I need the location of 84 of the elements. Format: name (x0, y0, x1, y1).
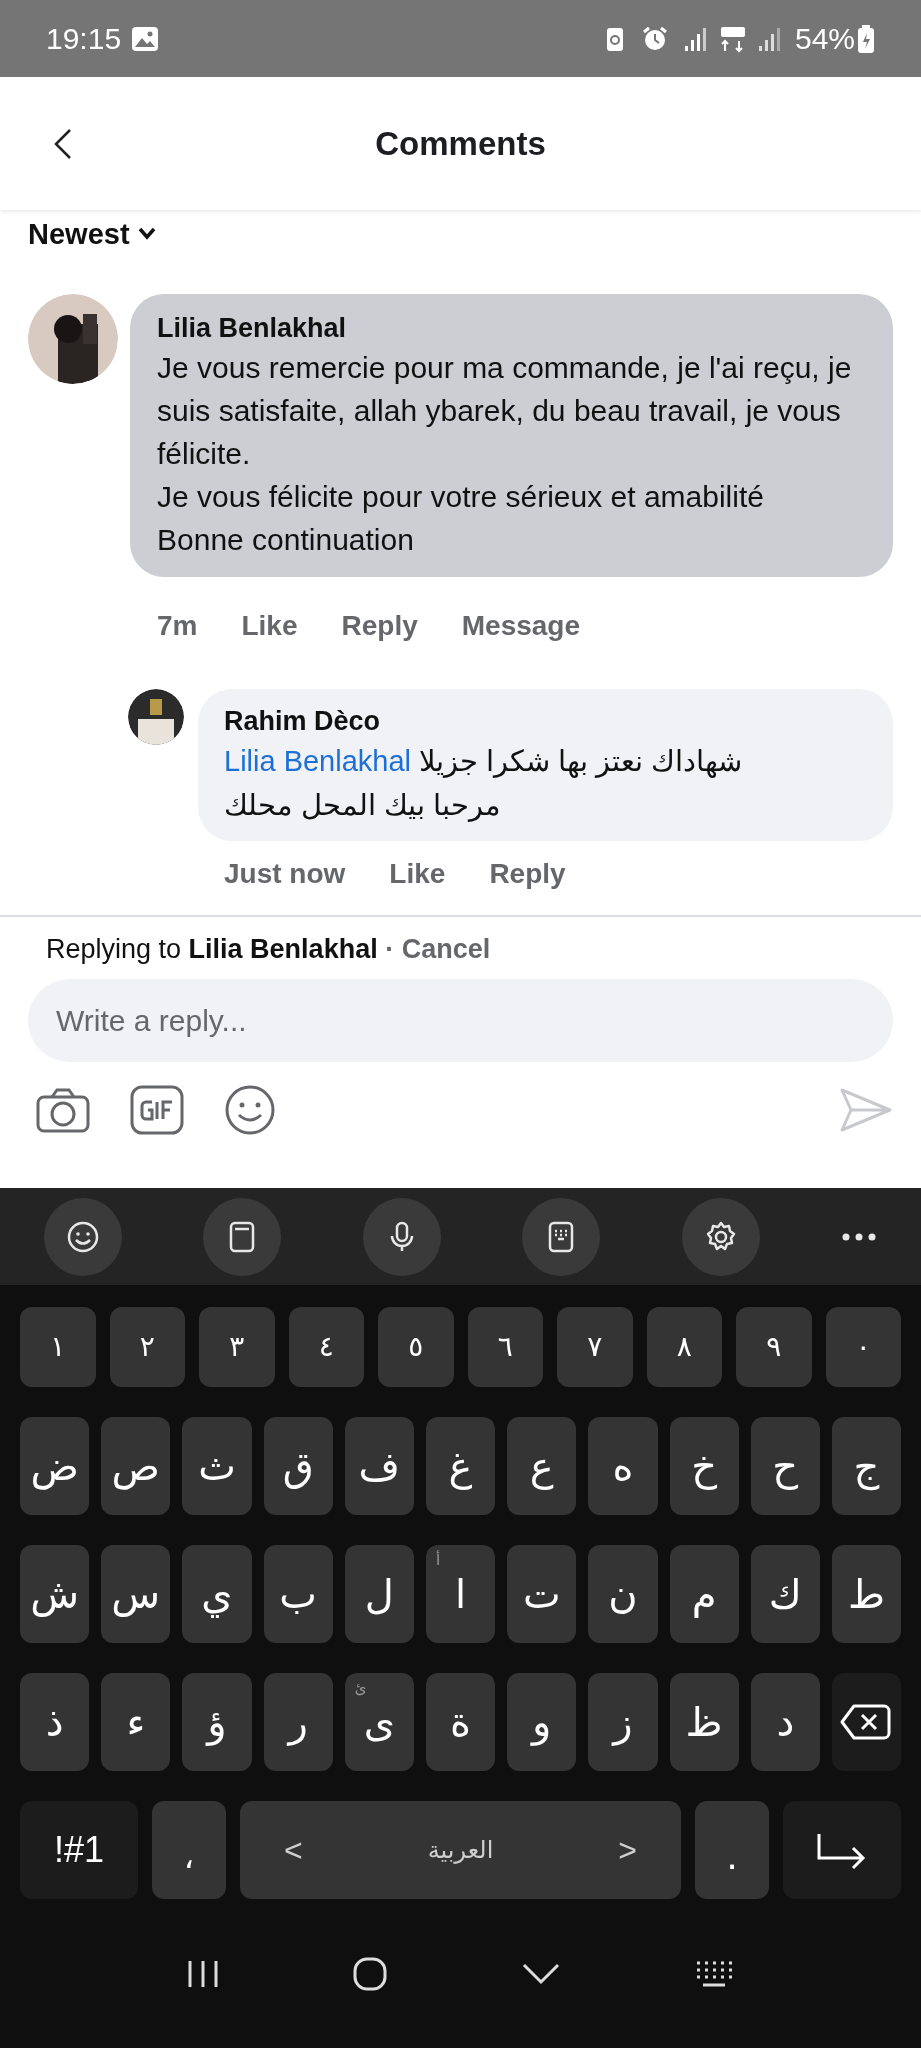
key[interactable]: ، (152, 1801, 226, 1899)
key[interactable]: ت (507, 1545, 577, 1643)
key[interactable]: ن (588, 1545, 658, 1643)
key[interactable]: ص (101, 1417, 171, 1515)
chevron-down-icon (137, 227, 156, 241)
mention-link[interactable]: Lilia Benlakhal (224, 745, 411, 777)
comment-author: Lilia Benlakhal (157, 312, 348, 345)
network-4g-icon (718, 24, 747, 53)
emoji-icon[interactable] (224, 1084, 276, 1136)
gallery-icon (131, 25, 160, 52)
action-link[interactable]: Message (461, 605, 581, 647)
signal-icon (682, 25, 709, 52)
symbols-key[interactable]: !#1 (20, 1801, 138, 1899)
cancel-link[interactable]: · Cancel (385, 934, 491, 964)
enter-key[interactable] (783, 1801, 901, 1899)
key[interactable]: و (507, 1673, 577, 1771)
space-bar[interactable]: < العربية > (240, 1801, 681, 1899)
reply-author: Rahim Dèco (224, 705, 382, 738)
action-link[interactable]: Reply (341, 605, 418, 647)
key[interactable]: . (695, 1801, 769, 1899)
key[interactable]: ش (20, 1545, 90, 1643)
key[interactable]: ٦ (467, 1307, 543, 1387)
key[interactable]: ٢ (109, 1307, 185, 1387)
comment-text: Je vous remercie pour ma commande, je l'ai reçu, je suis satisfaite, allah ybarek, du beau travail, je vous félicite. Je vous félicite pour votre sérieux et amabilité Bonne continuation (157, 350, 853, 558)
key[interactable]: ؤ (182, 1673, 252, 1771)
chevron-down-icon[interactable] (520, 1961, 561, 1986)
home-icon[interactable] (352, 1955, 389, 1992)
status-time: 19:15 (46, 21, 122, 57)
comment-time: 7m (157, 609, 198, 643)
key[interactable]: ٤ (288, 1307, 364, 1387)
replying-to-text: Replying to Lilia Benlakhal · Cancel (45, 933, 492, 966)
action-link[interactable]: Like (389, 853, 446, 895)
alarm-icon (640, 24, 669, 53)
arrow-key[interactable]: < (284, 1826, 303, 1874)
gif-icon[interactable] (130, 1085, 184, 1135)
key[interactable]: ذ (20, 1673, 90, 1771)
key[interactable]: م (669, 1545, 739, 1643)
key[interactable]: ٧ (557, 1307, 633, 1387)
key[interactable]: ر (263, 1673, 333, 1771)
comment-time: Just now (224, 857, 346, 891)
battery-percent: 54% (794, 21, 855, 57)
key[interactable]: ٥ (378, 1307, 454, 1387)
key-hint: ئ (354, 1678, 367, 1699)
key-hint: أ (435, 1549, 441, 1571)
camera-icon[interactable] (36, 1087, 90, 1133)
key[interactable]: د (750, 1673, 820, 1771)
key[interactable]: ع (507, 1417, 577, 1515)
arrow-key[interactable]: > (618, 1826, 637, 1874)
key[interactable]: ط (831, 1545, 902, 1643)
more-icon[interactable] (840, 1231, 877, 1242)
key[interactable]: ٣ (199, 1307, 275, 1387)
key[interactable]: ف (344, 1417, 414, 1515)
key[interactable]: غ (425, 1417, 496, 1515)
key[interactable]: ث (182, 1417, 252, 1515)
key[interactable]: ك (750, 1545, 820, 1643)
key[interactable]: ض (20, 1417, 90, 1515)
action-link[interactable]: Like (241, 605, 298, 647)
key[interactable]: ٨ (646, 1307, 722, 1387)
key[interactable]: ز (588, 1673, 658, 1771)
key[interactable]: ح (750, 1417, 820, 1515)
backspace-icon (840, 1703, 893, 1741)
key[interactable]: ٠ (825, 1307, 901, 1387)
key[interactable]: ء (101, 1673, 171, 1771)
page-title: Comments (375, 123, 546, 164)
signal-icon (756, 25, 783, 52)
action-link[interactable]: Reply (489, 853, 566, 895)
recent-apps-icon[interactable] (186, 1958, 221, 1989)
key[interactable]: ج (831, 1417, 902, 1515)
key[interactable]: س (101, 1545, 171, 1643)
key[interactable]: ي (182, 1545, 252, 1643)
battery-charging-icon (857, 23, 875, 54)
reply-input[interactable]: Write a reply... (28, 979, 893, 1062)
key[interactable]: ب (263, 1545, 333, 1643)
key[interactable]: ل (344, 1545, 414, 1643)
key[interactable]: ٩ (736, 1307, 812, 1387)
sort-dropdown[interactable]: Newest (28, 214, 156, 254)
language-label: العربية (427, 1835, 494, 1866)
key[interactable]: ظ (669, 1673, 739, 1771)
key[interactable]: ١ (20, 1307, 96, 1387)
backspace-key[interactable] (831, 1673, 902, 1771)
key[interactable]: خ (669, 1417, 739, 1515)
key[interactable]: ه (588, 1417, 658, 1515)
key[interactable]: ق (263, 1417, 333, 1515)
key[interactable]: ة (425, 1673, 496, 1771)
